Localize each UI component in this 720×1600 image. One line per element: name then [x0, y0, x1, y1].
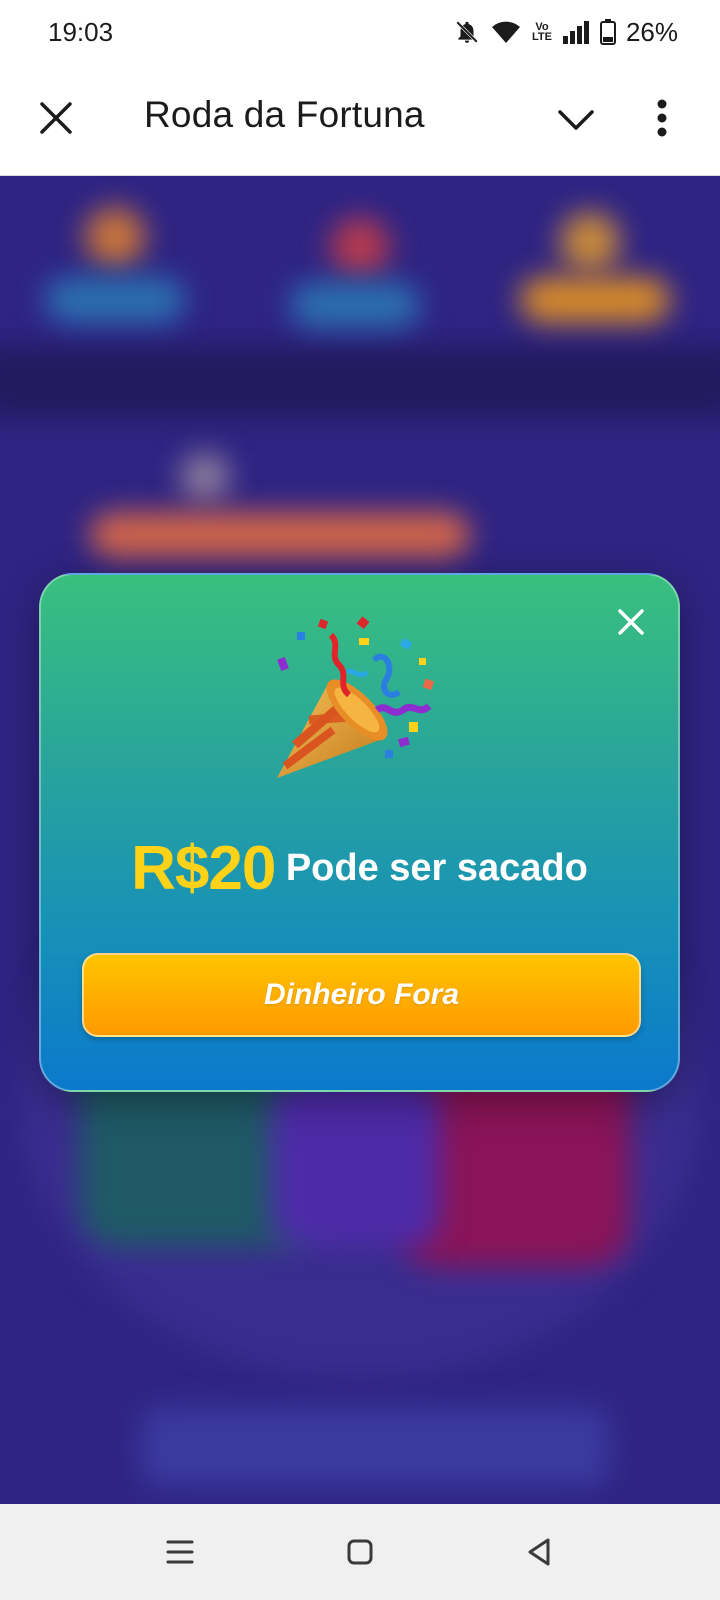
home-icon[interactable]	[340, 1532, 380, 1572]
status-time: 19:03	[48, 16, 114, 47]
app-bar: Roda da Fortuna	[0, 64, 720, 176]
recents-icon[interactable]	[160, 1532, 200, 1572]
status-icons: Vo LTE 26%	[454, 17, 678, 48]
bg-avatar	[560, 212, 620, 272]
bg-pill	[90, 512, 470, 558]
reward-popup: R$20 Pode ser sacado Dinheiro Fora	[39, 573, 680, 1092]
bell-off-icon	[456, 21, 478, 43]
bg-avatar	[330, 217, 390, 277]
volte-icon: Vo LTE	[531, 21, 552, 43]
bg-avatar	[85, 207, 145, 267]
bg-pill	[520, 277, 670, 323]
cash-out-button[interactable]: Dinheiro Fora	[82, 953, 641, 1037]
bg-pill	[45, 277, 185, 323]
more-vert-icon[interactable]	[656, 96, 668, 144]
reward-amount: R$20	[131, 834, 276, 903]
bg-pill	[290, 282, 420, 328]
battery-icon	[599, 19, 616, 45]
signal-icon	[562, 21, 589, 44]
close-icon[interactable]	[36, 98, 76, 138]
bg-band	[0, 347, 720, 417]
status-bar: 19:03 Vo LTE 26%	[0, 0, 720, 64]
page-title: Roda da Fortuna	[144, 94, 425, 135]
system-nav-bar	[0, 1504, 720, 1600]
close-icon[interactable]	[616, 607, 646, 637]
bg-wheel-sector	[270, 1077, 440, 1247]
reward-text: Pode ser sacado	[285, 847, 588, 889]
reward-line: R$20 Pode ser sacado	[41, 833, 678, 904]
wifi-icon	[491, 21, 520, 43]
back-icon[interactable]	[520, 1532, 560, 1572]
cash-out-label: Dinheiro Fora	[263, 978, 459, 1011]
party-popper-icon	[277, 616, 435, 778]
chevron-down-icon[interactable]	[554, 100, 598, 140]
bg-avatar	[180, 452, 230, 502]
battery-percent: 26%	[625, 16, 678, 47]
bg-bottom-bar	[140, 1407, 610, 1487]
